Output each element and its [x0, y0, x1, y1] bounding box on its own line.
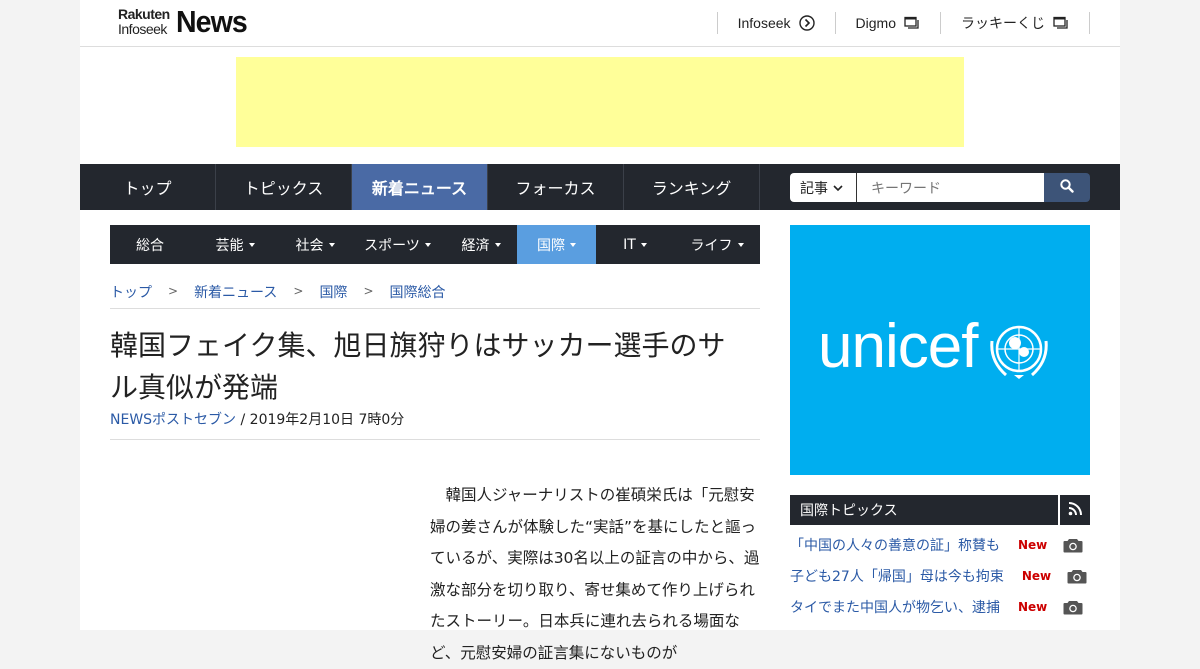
- topic-title: 「中国の人々の善意の証」称賛も: [790, 538, 1000, 554]
- search-category-select[interactable]: 記事: [790, 173, 856, 202]
- search-category-label: 記事: [800, 180, 828, 197]
- caret-down-icon: [737, 243, 744, 247]
- logo-infoseek: Infoseek: [118, 21, 167, 37]
- caret-down-icon: [640, 243, 647, 247]
- breadcrumb-international[interactable]: 国際: [319, 282, 347, 308]
- category-entertainment[interactable]: 芸能: [190, 225, 280, 264]
- logo-brand-text: Rakuten Infoseek: [118, 7, 170, 37]
- category-label: 国際: [537, 237, 565, 254]
- topics-heading[interactable]: 国際トピックス: [790, 495, 1058, 525]
- camera-icon: [1063, 599, 1083, 615]
- category-sports[interactable]: スポーツ: [350, 225, 445, 264]
- category-life[interactable]: ライフ: [674, 225, 760, 264]
- camera-icon: [1067, 568, 1087, 584]
- category-label: 芸能: [215, 237, 244, 254]
- header-link-label: ラッキーくじ: [961, 15, 1045, 31]
- category-economy[interactable]: 経済: [445, 225, 517, 264]
- header-link-lucky[interactable]: ラッキーくじ: [940, 12, 1090, 34]
- category-label: IT: [623, 236, 636, 253]
- site-header: Rakuten Infoseek News Infoseek Digmo ラッキ…: [80, 0, 1120, 47]
- topic-title: タイでまた中国人が物乞い、逮捕: [790, 600, 1000, 616]
- category-label: ライフ: [690, 237, 733, 254]
- category-label: 総合: [136, 237, 164, 254]
- search-button[interactable]: [1044, 173, 1090, 202]
- topic-item[interactable]: タイでまた中国人が物乞い、逮捕 New: [790, 597, 1083, 617]
- unicef-ad[interactable]: unicef: [790, 225, 1090, 475]
- caret-down-icon: [494, 243, 501, 247]
- main-nav-ranking[interactable]: ランキング: [624, 164, 760, 210]
- main-nav-latest[interactable]: 新着ニュース: [352, 164, 488, 210]
- category-label: スポーツ: [364, 237, 420, 254]
- article-date: / 2019年2月10日 7時0分: [236, 412, 405, 428]
- search-icon: [1060, 178, 1074, 197]
- topic-title: 子ども27人「帰国」母は今も拘束: [790, 569, 1004, 585]
- topics-header: 国際トピックス: [790, 495, 1090, 525]
- header-link-infoseek[interactable]: Infoseek: [716, 12, 835, 34]
- breadcrumb-latest[interactable]: 新着ニュース: [194, 282, 277, 308]
- breadcrumb: トップ > 新着ニュース > 国際 > 国際総合: [110, 282, 760, 309]
- category-international[interactable]: 国際: [517, 225, 596, 264]
- new-badge: New: [1018, 600, 1048, 614]
- category-general[interactable]: 総合: [110, 225, 190, 264]
- topic-item[interactable]: 「中国の人々の善意の証」称賛も New: [790, 535, 1083, 555]
- caret-down-icon: [328, 243, 335, 247]
- article-body: 韓国人ジャーナリストの崔碩栄氏は「元慰安婦の姜さんが体験した“実話”を基にしたと…: [430, 486, 760, 662]
- category-label: 社会: [295, 237, 324, 254]
- breadcrumb-top[interactable]: トップ: [110, 282, 152, 308]
- window-icon: [1053, 16, 1069, 30]
- logo-rakuten: Rakuten: [118, 6, 170, 22]
- main-nav-top[interactable]: トップ: [80, 164, 216, 210]
- unicef-emblem-icon: [986, 321, 1052, 385]
- divider: [110, 439, 760, 440]
- chevron-right-icon: >: [293, 284, 304, 298]
- header-link-digmo[interactable]: Digmo: [834, 12, 940, 34]
- caret-down-icon: [248, 243, 255, 247]
- article-meta: NEWSポストセブン / 2019年2月10日 7時0分: [110, 409, 404, 429]
- search-input[interactable]: [856, 173, 1044, 202]
- chevron-right-icon: >: [363, 284, 374, 298]
- main-nav-topics[interactable]: トピックス: [216, 164, 352, 210]
- main-nav: トップ トピックス 新着ニュース フォーカス ランキング 記事: [80, 164, 1120, 210]
- category-label: 経済: [461, 237, 490, 254]
- breadcrumb-international-general[interactable]: 国際総合: [390, 282, 446, 308]
- top-ad-banner[interactable]: [236, 57, 964, 147]
- chevron-down-icon: [833, 180, 843, 196]
- rss-button[interactable]: [1060, 495, 1090, 525]
- category-society[interactable]: 社会: [280, 225, 350, 264]
- header-links: Infoseek Digmo ラッキーくじ: [716, 12, 1090, 34]
- arrow-circle-icon: [798, 15, 815, 31]
- header-link-label: Digmo: [855, 15, 896, 31]
- window-icon: [904, 16, 920, 30]
- category-nav: 総合 芸能 社会 スポーツ 経済 国際 IT ライフ: [110, 225, 760, 264]
- article-source-link[interactable]: NEWSポストセブン: [110, 412, 236, 428]
- chevron-right-icon: >: [168, 284, 179, 298]
- category-it[interactable]: IT: [596, 225, 674, 264]
- main-nav-focus[interactable]: フォーカス: [488, 164, 624, 210]
- rss-icon: [1068, 501, 1082, 520]
- caret-down-icon: [424, 243, 431, 247]
- search-bar: 記事: [790, 173, 1110, 202]
- topic-item[interactable]: 子ども27人「帰国」母は今も拘束 New: [790, 566, 1087, 586]
- camera-icon: [1063, 537, 1083, 553]
- unicef-wordmark: unicef: [818, 312, 978, 381]
- page: Rakuten Infoseek News Infoseek Digmo ラッキ…: [80, 0, 1120, 662]
- logo-news: News: [176, 4, 248, 39]
- header-link-label: Infoseek: [737, 15, 791, 31]
- article-title: 韓国フェイク集、旭日旗狩りはサッカー選手のサル真似が発端: [110, 329, 726, 404]
- new-badge: New: [1018, 538, 1048, 552]
- new-badge: New: [1021, 569, 1052, 583]
- caret-down-icon: [570, 243, 576, 247]
